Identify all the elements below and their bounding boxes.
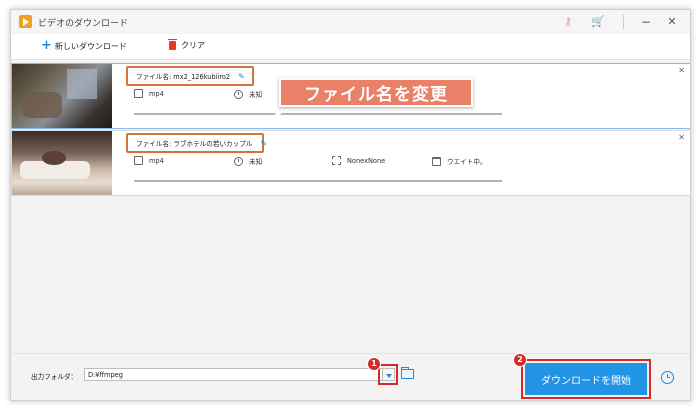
title-bar: ビデオのダウンロード ⚷ 🛒 − ✕ <box>11 10 690 34</box>
duration-info: 未知 <box>234 89 262 99</box>
clear-button[interactable]: クリア <box>168 39 205 51</box>
remove-item-icon[interactable]: ✕ <box>678 133 685 142</box>
rename-callout: ファイル名を変更 <box>279 78 473 107</box>
bottom-bar: 出力フォルダ： 1 ダウンロードを開始 2 <box>11 353 690 400</box>
remove-item-icon[interactable]: ✕ <box>678 66 685 75</box>
output-folder-label: 出力フォルダ： <box>31 373 78 381</box>
step-1-badge: 1 <box>367 357 381 371</box>
plus-icon: + <box>41 38 52 53</box>
status-info: ウエイト中。 <box>432 156 487 166</box>
format-info: mp4 <box>134 156 164 165</box>
minimize-icon[interactable]: − <box>637 14 655 30</box>
output-folder-input[interactable] <box>84 368 383 381</box>
filename-field[interactable]: ファイル名: mx2_126kubiiro2 ✎ <box>126 66 254 86</box>
format-value: mp4 <box>149 156 164 165</box>
folder-status-icon <box>432 156 441 166</box>
filename-field[interactable]: ファイル名: ラブホテルの若いカップル ✎ <box>126 133 267 153</box>
duration-value: 未知 <box>249 158 263 166</box>
pencil-icon[interactable]: ✎ <box>238 72 245 81</box>
alarm-clock-icon[interactable] <box>661 371 674 384</box>
video-thumbnail <box>12 64 112 128</box>
format-info: mp4 <box>134 89 164 98</box>
cart-icon[interactable]: 🛒 <box>589 14 607 30</box>
step-2-badge: 2 <box>513 353 527 367</box>
dropdown-highlight <box>378 364 398 385</box>
video-format-icon <box>134 89 143 98</box>
video-format-icon <box>134 156 143 165</box>
close-icon[interactable]: ✕ <box>663 14 681 30</box>
filename-label: ファイル名: ラブホテルの若いカップル <box>136 140 253 148</box>
start-highlight <box>521 359 651 399</box>
format-value: mp4 <box>149 89 164 98</box>
new-download-button[interactable]: + 新しいダウンロード <box>41 38 127 53</box>
progress-bar <box>134 113 502 115</box>
app-icon <box>19 15 32 28</box>
clear-label: クリア <box>181 41 205 50</box>
new-download-label: 新しいダウンロード <box>54 41 127 51</box>
download-item[interactable]: ファイル名: ラブホテルの若いカップル ✎ mp4 未知 NonexNone ウ… <box>11 130 690 196</box>
resolution-info: NonexNone <box>332 156 385 165</box>
folder-icon[interactable] <box>401 367 414 379</box>
key-icon[interactable]: ⚷ <box>559 14 577 30</box>
trash-icon <box>168 39 177 50</box>
clock-icon <box>234 156 243 166</box>
resolution-value: NonexNone <box>347 156 386 165</box>
progress-bar <box>134 180 502 182</box>
video-thumbnail <box>12 131 112 195</box>
filename-label: ファイル名: mx2_126kubiiro2 <box>136 73 231 81</box>
toolbar: + 新しいダウンロード クリア <box>11 34 690 60</box>
pencil-icon[interactable]: ✎ <box>260 139 267 148</box>
resolution-icon <box>332 156 341 165</box>
title-divider <box>623 15 624 29</box>
duration-info: 未知 <box>234 156 262 166</box>
duration-value: 未知 <box>249 91 263 99</box>
window-title: ビデオのダウンロード <box>38 19 129 29</box>
app-window: ビデオのダウンロード ⚷ 🛒 − ✕ + 新しいダウンロード クリア ファイル名… <box>10 9 691 401</box>
status-value: ウエイト中。 <box>447 158 487 166</box>
clock-icon <box>234 89 243 99</box>
